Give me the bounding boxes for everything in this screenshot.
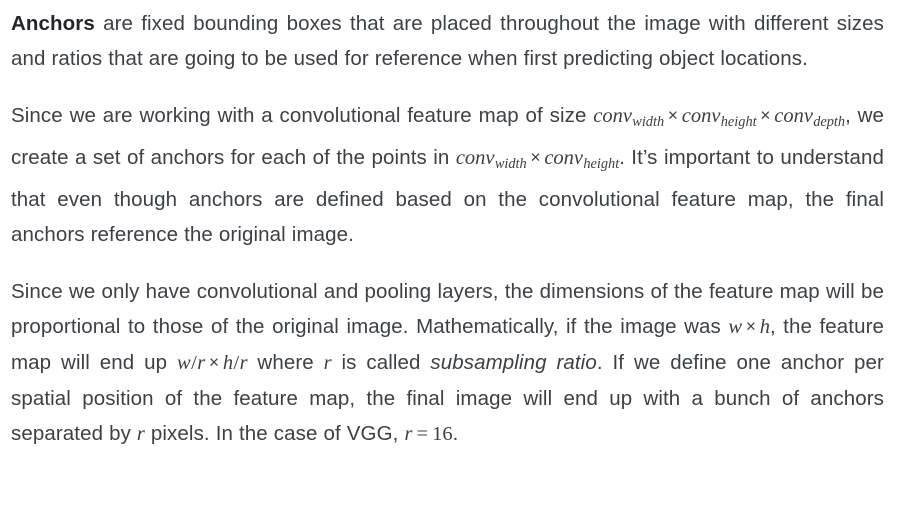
paragraph-2-segment-1: Since we are working with a convolutiona… [11,104,594,127]
math-subscript-width: width [494,156,527,173]
math-subscript-height: height [583,156,620,173]
lead-term-anchors: Anchors [11,12,95,35]
math-times-operator: × [760,105,771,126]
math-subscript-height: height [720,114,757,131]
math-times-operator: × [745,316,756,337]
paragraph-3-segment-4: is called [331,351,431,375]
article-body: Anchors are fixed bounding boxes that ar… [0,0,897,452]
math-var-w: w [177,352,191,375]
math-r-equals-16: r = 16 [404,423,452,445]
math-var-r: r [197,352,206,375]
paragraph-3-segment-3: where [247,351,324,375]
paragraph-1-text: are fixed bounding boxes that are placed… [11,12,884,70]
math-var-h: h [759,316,770,339]
math-times-operator: × [530,147,541,168]
math-value-16: 16 [432,423,453,446]
paragraph-feature-map-size: Since we are working with a convolutiona… [11,98,884,252]
math-base-conv-depth: conv [774,105,813,127]
math-equals-sign: = [416,423,429,446]
math-subscript-width: width [632,114,665,131]
math-var-h: h [222,352,234,375]
math-times-operator: × [667,105,678,126]
math-var-r: r [239,352,248,375]
math-base-conv-height: conv [681,105,721,127]
math-conv-dimensions: convwidth × convheight × convdepth, [593,104,851,131]
paragraph-subsampling-ratio: Since we only have convolutional and poo… [11,274,884,452]
math-base-conv-width: conv [593,105,632,127]
math-var-r-inline: r [323,352,332,375]
math-base-conv-height: conv [544,147,584,170]
italic-term-subsampling-ratio: subsampling ratio [430,351,597,375]
math-times-operator: × [208,352,220,373]
math-subscript-depth: depth [813,114,846,131]
math-conv-width-height: convwidth × convheight. [455,146,625,173]
paragraph-3-segment-6: pixels. In the case of VGG, [144,422,405,446]
math-var-w: w [728,316,743,339]
paragraph-anchors-definition: Anchors are fixed bounding boxes that ar… [11,6,884,76]
paragraph-3-segment-7: . [452,422,459,446]
math-w-over-r-times-h-over-r: w/r × h/r [177,352,248,374]
math-var-r-separation: r [136,423,145,446]
math-w-times-h: w × h, [728,315,775,339]
math-base-conv-width: conv [455,147,495,170]
